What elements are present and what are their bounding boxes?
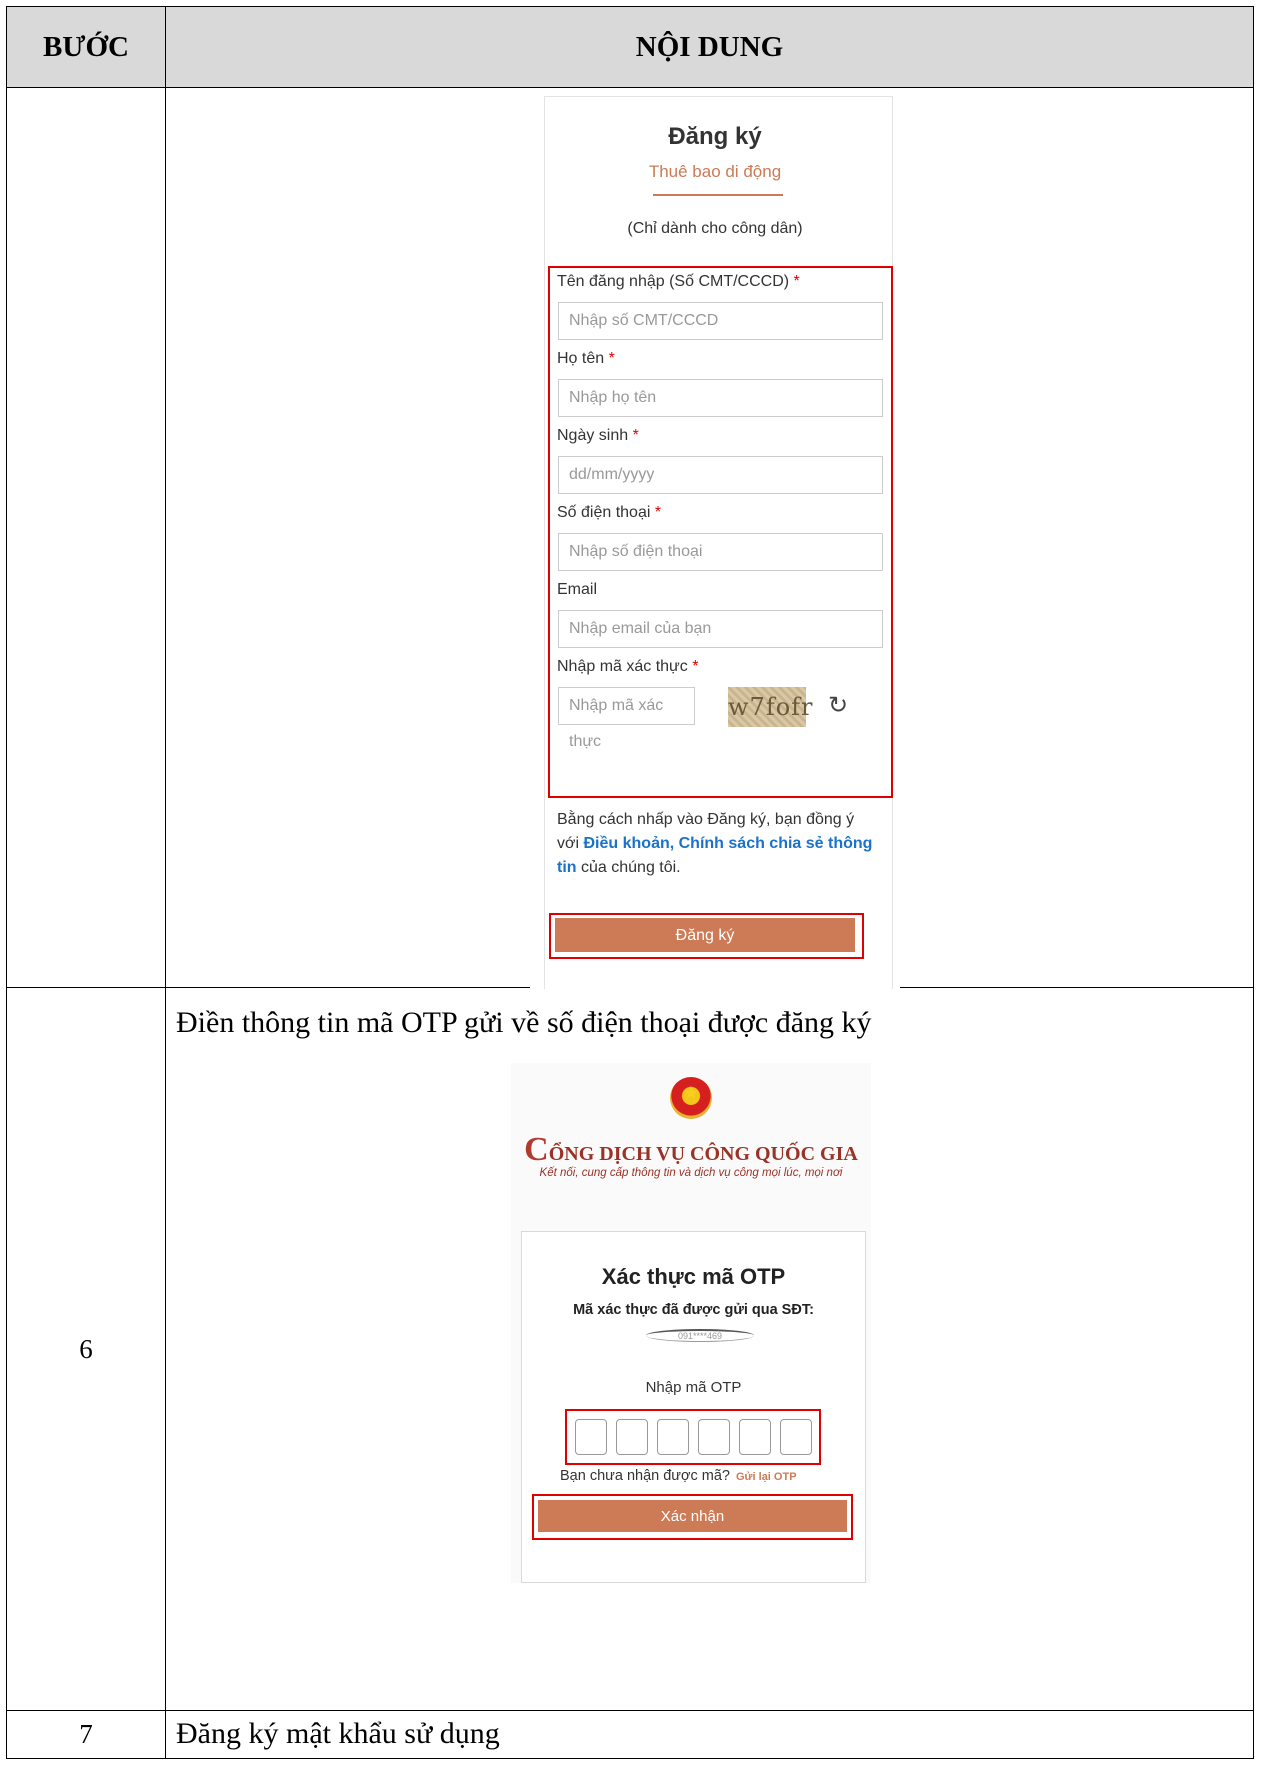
tab-mobile-subscriber[interactable]: Thuê bao di động [530, 162, 900, 182]
otp-digit-4[interactable] [698, 1419, 730, 1455]
otp-card: Xác thực mã OTP Mã xác thực đã được gửi … [521, 1231, 866, 1583]
captcha-image: w7fofr [728, 687, 813, 727]
content-cell-password: Đăng ký mật khẩu sử dụng [165, 1710, 1254, 1759]
resend-row: Bạn chưa nhận được mã? Gửi lại OTP [560, 1468, 797, 1484]
label-username: Tên đăng nhập (Số CMT/CCCD) * [557, 273, 800, 290]
portal-brand: CỔNG DỊCH VỤ CÔNG QUỐC GIA [524, 1131, 858, 1168]
label-email: Email [557, 581, 598, 598]
confirm-button[interactable]: Xác nhận [538, 1500, 847, 1532]
label-fullname: Họ tên * [557, 350, 615, 367]
citizen-note: (Chỉ dành cho công dân) [627, 220, 803, 237]
portal-tagline: Kết nối, cung cấp thông tin và dịch vụ c… [539, 1167, 843, 1179]
username-input[interactable]: Nhập số CMT/CCCD [558, 302, 883, 340]
otp-digit-2[interactable] [616, 1419, 648, 1455]
register-form-screenshot: Đăng ký Thuê bao di động (Chỉ dành cho c… [530, 88, 900, 989]
label-phone: Số điện thoại * [557, 504, 662, 521]
header-step: BƯỚC [6, 6, 166, 88]
step-cell-empty [6, 87, 166, 988]
birthdate-input[interactable]: dd/mm/yyyy [558, 456, 883, 494]
otp-screenshot: ★ CỔNG DỊCH VỤ CÔNG QUỐC GIA Kết nối, cu… [511, 1063, 871, 1583]
national-emblem-icon: ★ [670, 1077, 712, 1119]
label-captcha: Nhập mã xác thực * [557, 658, 699, 675]
captcha-input[interactable]: Nhập mã xác thực [558, 687, 695, 750]
email-input[interactable]: Nhập email của bạn [558, 610, 883, 648]
phone-input[interactable]: Nhập số điện thoại [558, 533, 883, 571]
otp-digit-1[interactable] [575, 1419, 607, 1455]
register-button[interactable]: Đăng ký [555, 918, 855, 952]
otp-digit-5[interactable] [739, 1419, 771, 1455]
refresh-icon[interactable]: ↻ [828, 691, 848, 720]
fullname-input[interactable]: Nhập họ tên [558, 379, 883, 417]
step-number-7: 7 [6, 1710, 166, 1759]
step-number-6: 6 [6, 987, 166, 1711]
otp-label: Nhập mã OTP [645, 1379, 742, 1396]
header-content: NỘI DUNG [165, 6, 1254, 88]
content-cell-otp: Điền thông tin mã OTP gửi về số điện tho… [165, 987, 1254, 1711]
form-title: Đăng ký [668, 123, 762, 150]
step6-description: Điền thông tin mã OTP gửi về số điện tho… [176, 1006, 872, 1039]
terms-text: Bằng cách nhấp vào Đăng ký, bạn đồng ý v… [557, 811, 873, 876]
masked-phone: 091****469 [646, 1329, 754, 1342]
tab-underline [653, 194, 783, 196]
otp-title: Xác thực mã OTP [601, 1264, 786, 1289]
content-cell-register: Đăng ký Thuê bao di động (Chỉ dành cho c… [165, 87, 1254, 989]
instruction-table: BƯỚC NỘI DUNG Đăng ký Thuê bao di động (… [6, 6, 1254, 1759]
otp-subtitle: Mã xác thực đã được gửi qua SĐT: [573, 1302, 814, 1318]
step7-description: Đăng ký mật khẩu sử dụng [176, 1717, 500, 1750]
label-birthdate: Ngày sinh * [557, 427, 639, 444]
resend-otp-link[interactable]: Gửi lại OTP [736, 1471, 797, 1483]
otp-digit-6[interactable] [780, 1419, 812, 1455]
otp-digit-3[interactable] [657, 1419, 689, 1455]
